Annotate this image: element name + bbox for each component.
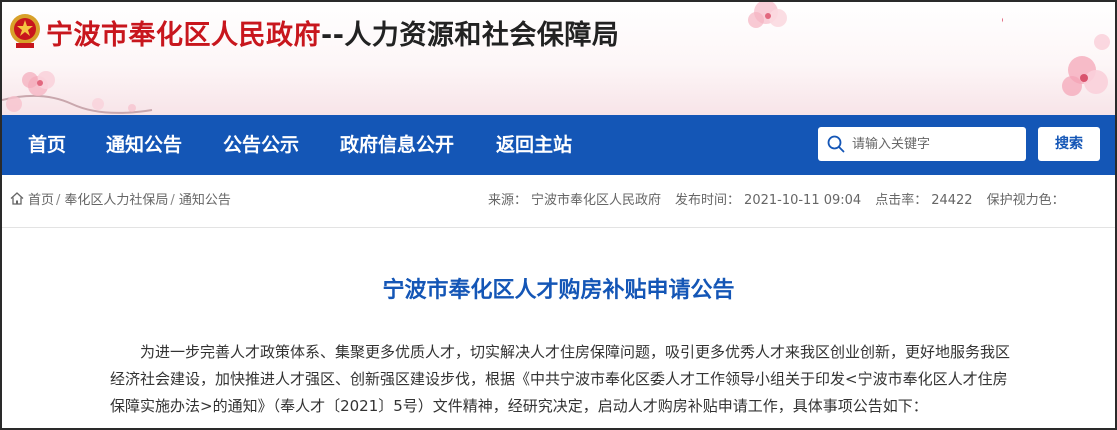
article-title: 宁波市奉化区人才购房补贴申请公告 [382, 278, 735, 303]
main-nav: 首页 通知公告 公告公示 政府信息公开 返回主站 搜索 [2, 115, 1115, 175]
cherry-blossom-decoration [2, 71, 153, 114]
article-body: 为进一步完善人才政策体系、集聚更多优质人才，切实解决人才住房保障问题，吸引更多优… [110, 339, 1010, 420]
breadcrumb-notices[interactable]: 通知公告 [179, 193, 231, 208]
click-rate-value: 24422 [931, 193, 973, 208]
breadcrumb-separator: / [56, 193, 61, 208]
breadcrumb-separator: / [170, 193, 175, 208]
breadcrumb: 首页 / 奉化区人力社保局 / 通知公告 [10, 175, 231, 227]
nav-item-gov-info[interactable]: 政府信息公开 [340, 115, 454, 175]
cherry-blossom-decoration [748, 2, 787, 28]
nav-item-main-site[interactable]: 返回主站 [496, 115, 572, 175]
publish-time-value: 2021-10-11 09:04 [744, 193, 862, 208]
search-box [818, 127, 1026, 161]
nav-item-notices[interactable]: 通知公告 [106, 115, 182, 175]
site-title: 宁波市奉化区人民政府--人力资源和社会保障局 [46, 13, 619, 52]
national-emblem-icon [10, 14, 40, 48]
breadcrumb-home[interactable]: 首页 [28, 193, 54, 208]
eye-protect-color-label[interactable]: 保护视力色： [987, 193, 1065, 208]
click-rate-label: 点击率： [875, 193, 928, 208]
home-icon [10, 192, 24, 205]
article-meta: 来源： 宁波市奉化区人民政府 发布时间： 2021-10-11 09:04 点击率： 24… [488, 175, 1069, 227]
info-bar: 首页 / 奉化区人力社保局 / 通知公告 来源： 宁波市奉化区人民政府 发布时间： 2021-… [2, 175, 1115, 228]
source-label: 来源： [488, 193, 528, 208]
search-button[interactable]: 搜索 [1038, 127, 1100, 161]
site-title-suffix: --人力资源和社会保障局 [321, 20, 620, 51]
nav-item-announcements[interactable]: 公告公示 [223, 115, 299, 175]
site-title-prefix: 宁波市奉化区人民政府 [46, 20, 321, 51]
search-icon [827, 135, 845, 153]
page-frame: 宁波市奉化区人民政府--人力资源和社会保障局 首页 通知公告 公告公示 政府信息… [0, 0, 1117, 430]
article-paragraph: 为进一步完善人才政策体系、集聚更多优质人才，切实解决人才住房保障问题，吸引更多优… [110, 343, 1011, 415]
source-value: 宁波市奉化区人民政府 [531, 193, 662, 208]
header-banner: 宁波市奉化区人民政府--人力资源和社会保障局 [2, 2, 1115, 115]
nav-item-home[interactable]: 首页 [28, 115, 66, 175]
publish-time-label: 发布时间： [675, 193, 741, 208]
cherry-blossom-decoration [1002, 17, 1110, 96]
breadcrumb-bureau[interactable]: 奉化区人力社保局 [64, 193, 168, 208]
search-input[interactable] [852, 127, 1020, 161]
